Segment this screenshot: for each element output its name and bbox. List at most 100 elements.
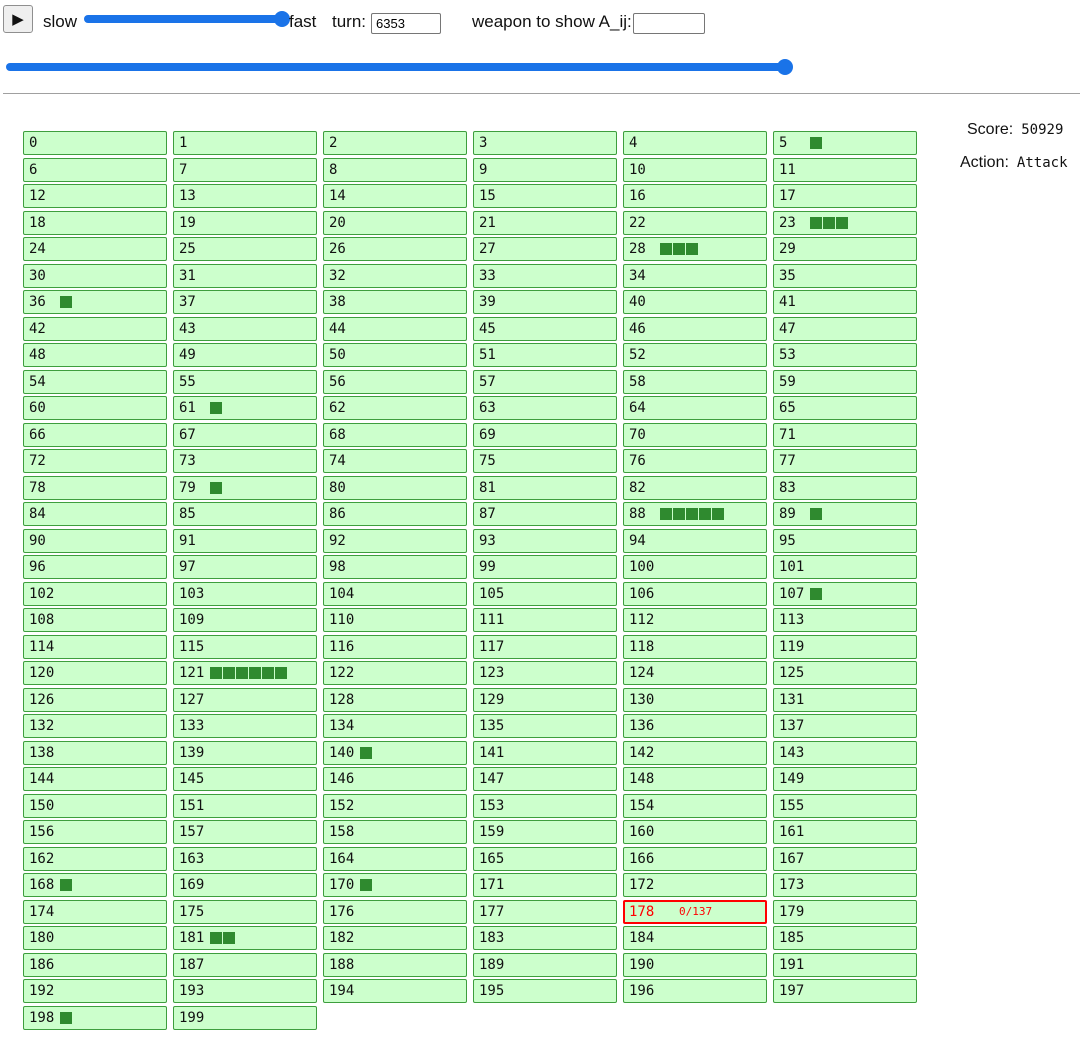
opponent-cell[interactable]: 45 bbox=[473, 317, 617, 341]
opponent-cell[interactable]: 171 bbox=[473, 873, 617, 897]
opponent-cell[interactable]: 36 bbox=[23, 290, 167, 314]
opponent-cell[interactable]: 71 bbox=[773, 423, 917, 447]
opponent-cell[interactable]: 81 bbox=[473, 476, 617, 500]
opponent-cell[interactable]: 121 bbox=[173, 661, 317, 685]
opponent-cell[interactable]: 47 bbox=[773, 317, 917, 341]
opponent-cell[interactable]: 136 bbox=[623, 714, 767, 738]
opponent-cell[interactable]: 69 bbox=[473, 423, 617, 447]
opponent-cell[interactable]: 58 bbox=[623, 370, 767, 394]
turn-input[interactable] bbox=[371, 13, 441, 34]
opponent-cell[interactable]: 152 bbox=[323, 794, 467, 818]
opponent-cell[interactable]: 172 bbox=[623, 873, 767, 897]
opponent-cell[interactable]: 109 bbox=[173, 608, 317, 632]
opponent-cell[interactable]: 65 bbox=[773, 396, 917, 420]
opponent-cell[interactable]: 144 bbox=[23, 767, 167, 791]
opponent-cell[interactable]: 74 bbox=[323, 449, 467, 473]
opponent-cell[interactable]: 11 bbox=[773, 158, 917, 182]
opponent-cell[interactable]: 82 bbox=[623, 476, 767, 500]
opponent-cell[interactable]: 123 bbox=[473, 661, 617, 685]
opponent-cell[interactable]: 140 bbox=[323, 741, 467, 765]
opponent-cell[interactable]: 29 bbox=[773, 237, 917, 261]
opponent-cell[interactable]: 73 bbox=[173, 449, 317, 473]
opponent-cell[interactable]: 35 bbox=[773, 264, 917, 288]
opponent-cell[interactable]: 100 bbox=[623, 555, 767, 579]
opponent-cell[interactable]: 184 bbox=[623, 926, 767, 950]
opponent-cell[interactable]: 176 bbox=[323, 900, 467, 924]
opponent-cell[interactable]: 134 bbox=[323, 714, 467, 738]
opponent-cell[interactable]: 24 bbox=[23, 237, 167, 261]
opponent-cell[interactable]: 33 bbox=[473, 264, 617, 288]
opponent-cell[interactable]: 15 bbox=[473, 184, 617, 208]
opponent-cell[interactable]: 3 bbox=[473, 131, 617, 155]
opponent-cell[interactable]: 190 bbox=[623, 953, 767, 977]
opponent-cell[interactable]: 182 bbox=[323, 926, 467, 950]
opponent-cell[interactable]: 179 bbox=[773, 900, 917, 924]
opponent-cell[interactable]: 194 bbox=[323, 979, 467, 1003]
opponent-cell[interactable]: 27 bbox=[473, 237, 617, 261]
opponent-cell[interactable]: 40 bbox=[623, 290, 767, 314]
opponent-cell[interactable]: 52 bbox=[623, 343, 767, 367]
opponent-cell[interactable]: 5 bbox=[773, 131, 917, 155]
opponent-cell[interactable]: 132 bbox=[23, 714, 167, 738]
opponent-cell[interactable]: 133 bbox=[173, 714, 317, 738]
opponent-cell[interactable]: 93 bbox=[473, 529, 617, 553]
opponent-cell[interactable]: 1 bbox=[173, 131, 317, 155]
opponent-cell[interactable]: 43 bbox=[173, 317, 317, 341]
opponent-cell[interactable]: 173 bbox=[773, 873, 917, 897]
opponent-cell[interactable]: 48 bbox=[23, 343, 167, 367]
opponent-cell[interactable]: 180 bbox=[23, 926, 167, 950]
opponent-cell[interactable]: 64 bbox=[623, 396, 767, 420]
turn-slider-thumb[interactable] bbox=[777, 59, 793, 75]
opponent-cell[interactable]: 129 bbox=[473, 688, 617, 712]
opponent-cell[interactable]: 110 bbox=[323, 608, 467, 632]
opponent-cell[interactable]: 96 bbox=[23, 555, 167, 579]
opponent-cell[interactable]: 54 bbox=[23, 370, 167, 394]
opponent-cell[interactable]: 158 bbox=[323, 820, 467, 844]
opponent-cell[interactable]: 155 bbox=[773, 794, 917, 818]
opponent-cell[interactable]: 143 bbox=[773, 741, 917, 765]
opponent-cell[interactable]: 99 bbox=[473, 555, 617, 579]
opponent-cell[interactable]: 183 bbox=[473, 926, 617, 950]
opponent-cell[interactable]: 145 bbox=[173, 767, 317, 791]
opponent-cell[interactable]: 2 bbox=[323, 131, 467, 155]
opponent-cell[interactable]: 10 bbox=[623, 158, 767, 182]
opponent-cell[interactable]: 46 bbox=[623, 317, 767, 341]
opponent-cell[interactable]: 103 bbox=[173, 582, 317, 606]
opponent-cell[interactable]: 88 bbox=[623, 502, 767, 526]
opponent-cell[interactable]: 37 bbox=[173, 290, 317, 314]
opponent-cell[interactable]: 169 bbox=[173, 873, 317, 897]
opponent-cell[interactable]: 128 bbox=[323, 688, 467, 712]
opponent-cell[interactable]: 67 bbox=[173, 423, 317, 447]
opponent-cell[interactable]: 98 bbox=[323, 555, 467, 579]
opponent-cell[interactable]: 147 bbox=[473, 767, 617, 791]
opponent-cell[interactable]: 151 bbox=[173, 794, 317, 818]
opponent-cell[interactable]: 44 bbox=[323, 317, 467, 341]
opponent-cell[interactable]: 30 bbox=[23, 264, 167, 288]
opponent-cell[interactable]: 160 bbox=[623, 820, 767, 844]
opponent-cell[interactable]: 142 bbox=[623, 741, 767, 765]
opponent-cell[interactable]: 148 bbox=[623, 767, 767, 791]
opponent-cell[interactable]: 146 bbox=[323, 767, 467, 791]
opponent-cell[interactable]: 104 bbox=[323, 582, 467, 606]
opponent-cell[interactable]: 68 bbox=[323, 423, 467, 447]
opponent-cell[interactable]: 19 bbox=[173, 211, 317, 235]
opponent-cell[interactable]: 189 bbox=[473, 953, 617, 977]
turn-slider[interactable] bbox=[6, 56, 793, 78]
opponent-cell[interactable]: 94 bbox=[623, 529, 767, 553]
opponent-cell[interactable]: 130 bbox=[623, 688, 767, 712]
opponent-cell[interactable]: 78 bbox=[23, 476, 167, 500]
opponent-cell-selected[interactable]: 178 0/137 bbox=[623, 900, 767, 924]
opponent-cell[interactable]: 166 bbox=[623, 847, 767, 871]
opponent-cell[interactable]: 131 bbox=[773, 688, 917, 712]
opponent-cell[interactable]: 39 bbox=[473, 290, 617, 314]
opponent-cell[interactable]: 55 bbox=[173, 370, 317, 394]
play-button[interactable]: ▶ bbox=[3, 5, 33, 33]
opponent-cell[interactable]: 89 bbox=[773, 502, 917, 526]
opponent-cell[interactable]: 164 bbox=[323, 847, 467, 871]
opponent-cell[interactable]: 18 bbox=[23, 211, 167, 235]
opponent-cell[interactable]: 197 bbox=[773, 979, 917, 1003]
opponent-cell[interactable]: 181 bbox=[173, 926, 317, 950]
opponent-cell[interactable]: 6 bbox=[23, 158, 167, 182]
opponent-cell[interactable]: 137 bbox=[773, 714, 917, 738]
opponent-cell[interactable]: 61 bbox=[173, 396, 317, 420]
